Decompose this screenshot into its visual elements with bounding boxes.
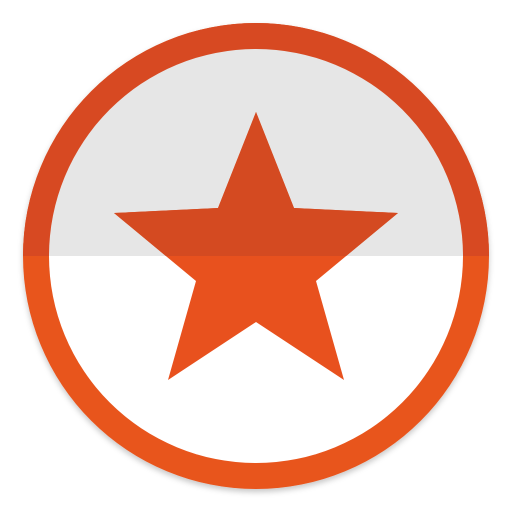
star-badge-icon	[23, 23, 489, 489]
app-icon-canvas	[0, 0, 512, 512]
